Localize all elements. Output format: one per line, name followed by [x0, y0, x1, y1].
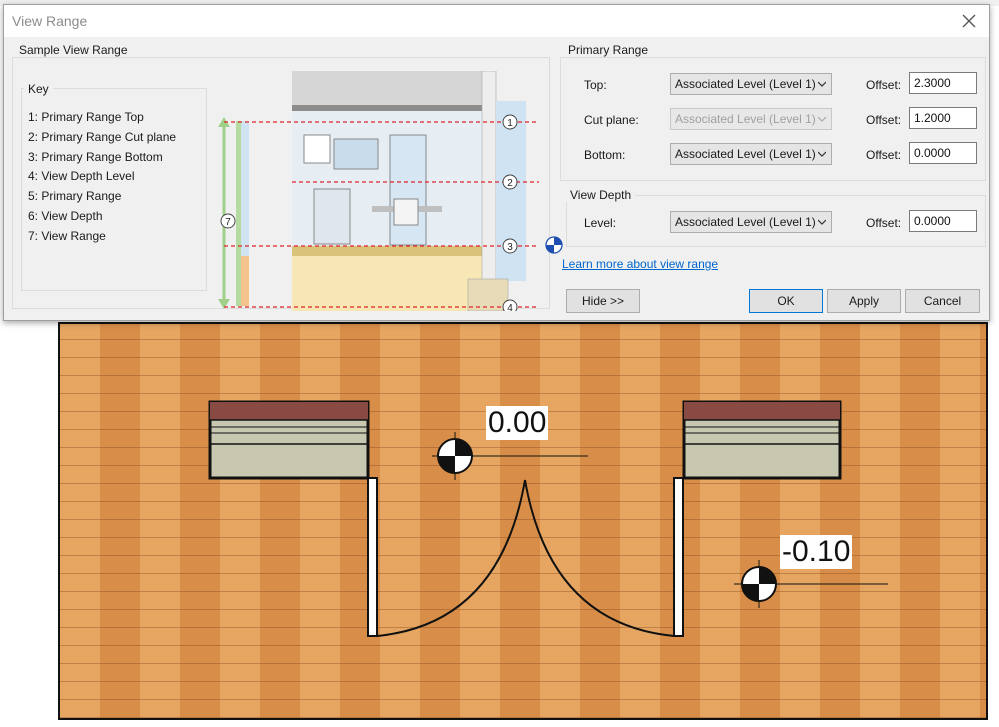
marker-7: 7 — [220, 213, 236, 229]
key-title: Key — [24, 82, 53, 96]
left-wall — [208, 400, 370, 480]
dialog-titlebar: View Range — [4, 5, 989, 37]
bottom-level-select[interactable]: Associated Level (Level 1) — [670, 143, 832, 165]
apply-button[interactable]: Apply — [827, 289, 901, 313]
chevron-down-icon — [818, 151, 826, 157]
key-item: 4: View Depth Level — [28, 169, 135, 183]
door-swing-arcs — [376, 479, 675, 637]
top-level-value: Associated Level (Level 1) — [675, 77, 816, 91]
view-depth-offset-input[interactable] — [909, 210, 977, 232]
chevron-down-icon — [818, 116, 826, 122]
key-item: 3: Primary Range Bottom — [28, 150, 163, 164]
hide-button[interactable]: Hide >> — [566, 289, 640, 313]
top-offset-label: Offset: — [866, 78, 902, 92]
learn-more-link[interactable]: Learn more about view range — [562, 257, 718, 271]
view-depth-title: View Depth — [566, 188, 636, 202]
cut-plane-label: Cut plane: — [584, 113, 639, 127]
svg-text:3: 3 — [507, 242, 513, 253]
primary-range-title: Primary Range — [564, 43, 653, 57]
door-leaf-right — [673, 477, 684, 637]
view-range-diagram: 1 2 3 4 7 — [218, 71, 539, 311]
floor-plan-view[interactable]: 0.00 -0.10 — [58, 322, 988, 720]
cut-plane-offset-label: Offset: — [866, 113, 902, 127]
elevation-label-2: -0.10 — [780, 535, 853, 569]
view-depth-offset-label: Offset: — [866, 216, 902, 230]
dialog-title: View Range — [12, 13, 88, 29]
key-item: 2: Primary Range Cut plane — [28, 130, 177, 144]
right-wall — [682, 400, 842, 480]
top-label: Top: — [584, 78, 607, 92]
view-range-dialog: View Range Sample View Range Key 1: Prim… — [3, 4, 990, 321]
key-item: 7: View Range — [28, 229, 106, 243]
view-depth-level-label: Level: — [584, 216, 617, 230]
sample-view-range-title: Sample View Range — [15, 43, 132, 57]
key-item: 1: Primary Range Top — [28, 110, 144, 124]
marker-4: 4 — [502, 299, 518, 311]
chevron-down-icon — [818, 81, 826, 87]
marker-2: 2 — [502, 174, 518, 190]
bottom-level-value: Associated Level (Level 1) — [675, 147, 816, 161]
top-offset-input[interactable] — [909, 72, 977, 94]
close-icon[interactable] — [959, 11, 979, 31]
bottom-offset-input[interactable] — [909, 142, 977, 164]
svg-text:7: 7 — [225, 217, 231, 228]
top-level-select[interactable]: Associated Level (Level 1) — [670, 73, 832, 95]
marker-1: 1 — [502, 114, 518, 130]
floor-plan-drawing — [208, 400, 888, 637]
level-icon — [545, 236, 563, 254]
chevron-down-icon — [818, 219, 826, 225]
elevation-label-1: 0.00 — [486, 406, 549, 440]
cut-plane-offset-input[interactable] — [909, 107, 977, 129]
key-item: 6: View Depth — [28, 209, 103, 223]
key-item: 5: Primary Range — [28, 189, 122, 203]
svg-text:4: 4 — [507, 303, 513, 311]
svg-text:2: 2 — [507, 178, 513, 189]
cancel-button[interactable]: Cancel — [905, 289, 980, 313]
door-leaf-left — [367, 477, 378, 637]
marker-3: 3 — [502, 238, 518, 254]
cut-plane-level-select: Associated Level (Level 1) — [670, 108, 832, 130]
svg-text:1: 1 — [507, 118, 513, 129]
view-depth-level-value: Associated Level (Level 1) — [675, 215, 816, 229]
bottom-label: Bottom: — [584, 148, 626, 162]
bottom-offset-label: Offset: — [866, 148, 902, 162]
cut-plane-level-value: Associated Level (Level 1) — [675, 112, 816, 126]
view-depth-level-select[interactable]: Associated Level (Level 1) — [670, 211, 832, 233]
ok-button[interactable]: OK — [749, 289, 823, 313]
